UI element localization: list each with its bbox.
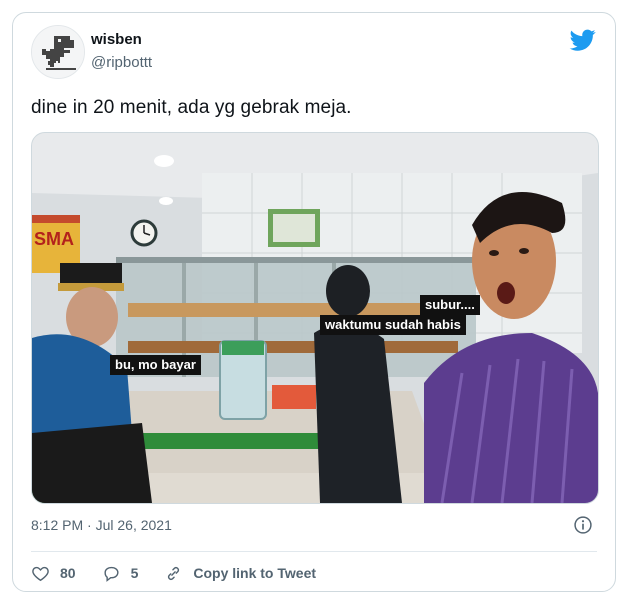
divider	[31, 551, 597, 552]
like-count: 80	[60, 565, 76, 581]
reply-icon	[104, 566, 119, 582]
display-name[interactable]: wisben	[91, 31, 142, 48]
shop-sign-text: SMA	[34, 229, 74, 249]
reply-button[interactable]: 5	[102, 564, 139, 583]
link-icon	[168, 566, 180, 580]
tweet-card: wisben @ripbottt dine in 20 menit, ada y…	[12, 12, 616, 592]
user-handle[interactable]: @ripbottt	[91, 54, 152, 71]
meme-caption-right-1: subur....	[420, 295, 480, 315]
tweet-media[interactable]: SMA bu, mo bayar subur.... waktumu sudah…	[31, 132, 599, 504]
reply-count: 5	[130, 565, 139, 581]
heart-icon	[32, 566, 49, 581]
copy-link-label: Copy link to Tweet	[193, 565, 317, 581]
meme-image: SMA	[32, 133, 598, 503]
copy-link-button[interactable]: Copy link to Tweet	[164, 564, 316, 583]
tweet-timestamp[interactable]: 8:12 PM · Jul 26, 2021	[31, 517, 172, 533]
like-button[interactable]: 80	[31, 564, 76, 583]
tweet-text: dine in 20 menit, ada yg gebrak meja.	[31, 97, 352, 118]
tweet-actions: 80 5 Copy link to Tweet	[31, 561, 342, 585]
meme-caption-left: bu, mo bayar	[110, 355, 201, 375]
dino-avatar-icon	[32, 26, 84, 78]
twitter-bird-icon[interactable]	[569, 27, 597, 53]
info-icon[interactable]	[573, 515, 593, 535]
avatar[interactable]	[31, 25, 85, 79]
meme-caption-right-2: waktumu sudah habis	[320, 315, 466, 335]
